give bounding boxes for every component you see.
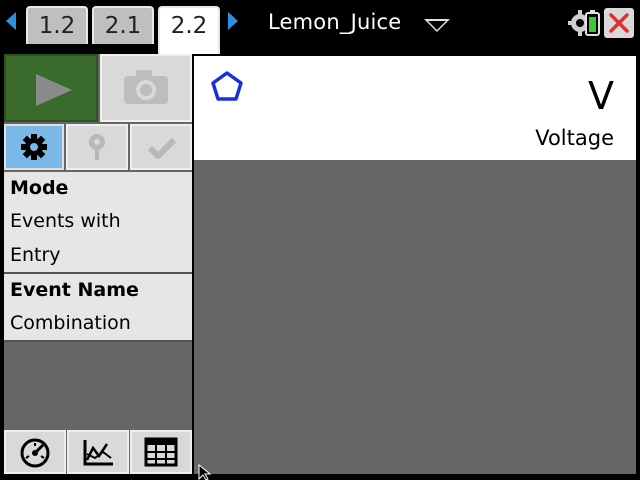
event-name-value: Combination — [10, 312, 131, 334]
tab-2-1[interactable]: 2.1 — [92, 6, 154, 44]
document-title[interactable]: Lemon_Juice — [268, 10, 401, 34]
settings-button[interactable] — [4, 124, 64, 170]
mode-section: Mode Events with Entry — [4, 172, 192, 274]
tab-1-2[interactable]: 1.2 — [26, 6, 88, 44]
document-menu-icon[interactable] — [424, 19, 450, 32]
snapshot-button[interactable] — [100, 54, 192, 122]
graph-view-button[interactable] — [67, 430, 129, 474]
mode-value-line1: Events with — [10, 210, 121, 232]
play-icon — [36, 74, 72, 106]
gauge-icon — [20, 438, 50, 468]
tab-scroll-left-icon[interactable] — [6, 12, 16, 30]
mode-label: Mode — [10, 177, 69, 199]
collection-info: Mode Events with Entry Event Name Combin… — [4, 172, 192, 342]
top-bar: 1.2 2.1 2.2 Lemon_Juice — [0, 0, 640, 54]
data-collection-panel: Mode Events with Entry Event Name Combin… — [4, 54, 192, 474]
tab-2-2[interactable]: 2.2 — [158, 6, 220, 54]
event-name-section: Event Name Combination — [4, 274, 192, 342]
table-icon — [144, 437, 178, 467]
marker-button[interactable] — [66, 124, 128, 170]
graph-icon — [83, 440, 113, 466]
meter-view-button[interactable] — [4, 430, 66, 474]
keep-button[interactable] — [130, 124, 192, 170]
close-icon — [609, 13, 629, 33]
reading-quantity: Voltage — [535, 126, 614, 150]
gear-battery-icon[interactable] — [568, 8, 602, 38]
event-name-label: Event Name — [10, 279, 139, 301]
mouse-pointer-icon — [198, 464, 212, 480]
map-pin-icon — [89, 134, 105, 160]
gear-icon — [21, 134, 47, 160]
mode-value-line2: Entry — [10, 244, 61, 266]
start-collection-button[interactable] — [4, 54, 98, 122]
table-view-button[interactable] — [130, 430, 192, 474]
tab-scroll-right-icon[interactable] — [228, 12, 238, 30]
meter-display: V Voltage — [194, 56, 636, 474]
pentagon-icon — [211, 71, 243, 101]
sensor-reading-panel[interactable]: V Voltage — [194, 56, 636, 160]
checkmark-icon — [147, 137, 177, 159]
camera-icon — [124, 70, 168, 104]
close-button[interactable] — [604, 8, 634, 38]
reading-unit: V — [588, 74, 614, 118]
